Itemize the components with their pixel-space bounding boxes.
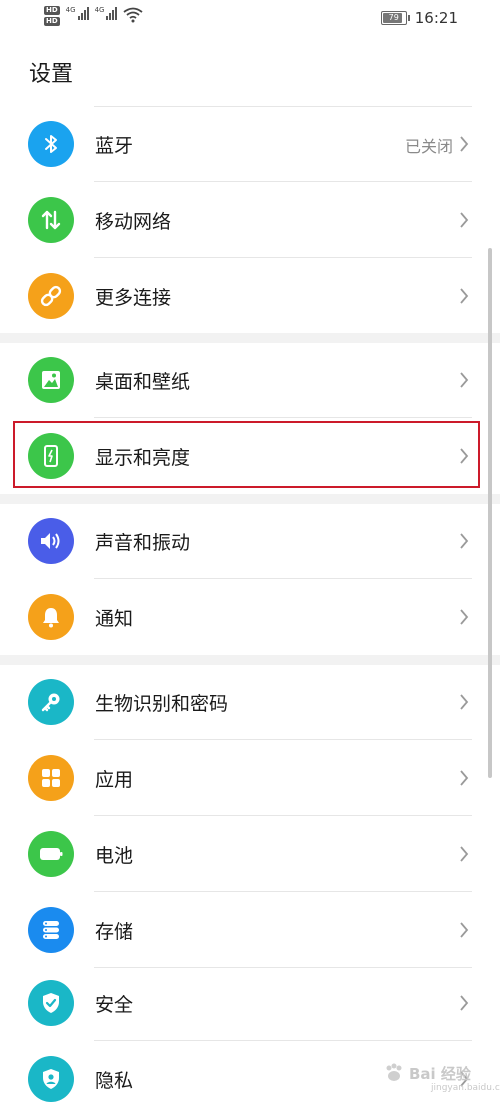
cell-signal-icon: 4G: [95, 6, 118, 20]
settings-item-mobile-network[interactable]: 移动网络: [0, 183, 500, 258]
hd-badge: HD: [44, 17, 60, 26]
chevron-right-icon: [460, 448, 469, 464]
item-label: 声音和振动: [95, 532, 191, 554]
item-label: 移动网络: [95, 211, 172, 233]
item-label: 蓝牙: [95, 135, 134, 157]
divider: [94, 891, 472, 892]
chevron-right-icon: [460, 922, 469, 938]
hd-badge: HD: [44, 6, 60, 15]
settings-item-storage[interactable]: 存储: [0, 893, 500, 968]
clock: 16:21: [414, 9, 458, 27]
apps-icon: [28, 755, 74, 801]
paw-icon: [386, 1063, 402, 1081]
settings-item-apps[interactable]: 应用: [0, 741, 500, 816]
settings-item-battery[interactable]: 电池: [0, 817, 500, 892]
settings-item-wallpaper[interactable]: 桌面和壁纸: [0, 343, 500, 418]
status-bar: HD HD 4G 4G 79 16:21: [0, 0, 500, 40]
sound-icon: [28, 518, 74, 564]
settings-item-security[interactable]: 安全: [0, 966, 500, 1041]
settings-item-sound-vibration[interactable]: 声音和振动: [0, 504, 500, 579]
item-status: 已关闭: [404, 137, 453, 156]
divider: [94, 815, 472, 816]
section-separator: [0, 333, 500, 343]
item-label: 应用: [95, 769, 134, 791]
watermark: Bai 经验 jingyan.baidu.com: [383, 1062, 500, 1093]
chevron-right-icon: [460, 694, 469, 710]
shield-icon: [28, 980, 74, 1026]
divider: [94, 417, 472, 418]
wifi-icon: [123, 7, 144, 23]
item-label: 桌面和壁纸: [95, 371, 191, 393]
link-icon: [28, 273, 74, 319]
status-right: 79 16:21: [380, 9, 458, 27]
watermark-url: jingyan.baidu.com: [431, 1083, 500, 1093]
item-label: 生物识别和密码: [95, 693, 229, 715]
chevron-right-icon: [460, 995, 469, 1011]
display-icon: [28, 433, 74, 479]
chevron-right-icon: [460, 609, 469, 625]
network-type: 4G: [94, 6, 105, 14]
section-separator: [0, 655, 500, 665]
divider: [94, 739, 472, 740]
item-label: 通知: [95, 608, 134, 630]
privacy-icon: [28, 1056, 74, 1102]
settings-item-biometrics-password[interactable]: 生物识别和密码: [0, 665, 500, 740]
page-title: 设置: [29, 62, 74, 87]
item-label: 更多连接: [95, 287, 172, 309]
battery-level: 79: [388, 13, 399, 22]
settings-item-more-connections[interactable]: 更多连接: [0, 259, 500, 334]
settings-item-bluetooth[interactable]: 蓝牙 已关闭: [0, 107, 500, 182]
chevron-right-icon: [460, 288, 469, 304]
scrollbar[interactable]: [488, 248, 492, 778]
watermark-text: Bai 经验: [409, 1064, 471, 1083]
wallpaper-icon: [28, 357, 74, 403]
item-label: 隐私: [95, 1070, 134, 1092]
item-label: 显示和亮度: [95, 447, 191, 469]
item-label: 安全: [95, 994, 134, 1016]
settings-item-display-brightness[interactable]: 显示和亮度: [0, 419, 500, 494]
chevron-right-icon: [460, 533, 469, 549]
item-label: 存储: [95, 921, 134, 943]
chevron-right-icon: [460, 212, 469, 228]
chevron-right-icon: [460, 770, 469, 786]
chevron-right-icon: [460, 136, 469, 152]
battery-icon: [28, 831, 74, 877]
bluetooth-icon: [28, 121, 74, 167]
divider: [94, 181, 472, 182]
chevron-right-icon: [460, 372, 469, 388]
hd-badges: HD HD: [44, 6, 60, 26]
storage-icon: [28, 907, 74, 953]
key-icon: [28, 679, 74, 725]
network-type: 4G: [65, 6, 76, 14]
divider: [94, 257, 472, 258]
item-label: 电池: [95, 845, 134, 867]
settings-item-notifications[interactable]: 通知: [0, 580, 500, 655]
section-separator: [0, 494, 500, 504]
signal-indicators: HD HD 4G 4G: [44, 6, 144, 26]
chevron-right-icon: [460, 846, 469, 862]
divider: [94, 578, 472, 579]
bell-icon: [28, 594, 74, 640]
mobile-data-icon: [28, 197, 74, 243]
battery-icon: 79: [380, 11, 410, 25]
divider: [94, 1040, 472, 1041]
cell-signal-icon: 4G: [66, 6, 89, 20]
